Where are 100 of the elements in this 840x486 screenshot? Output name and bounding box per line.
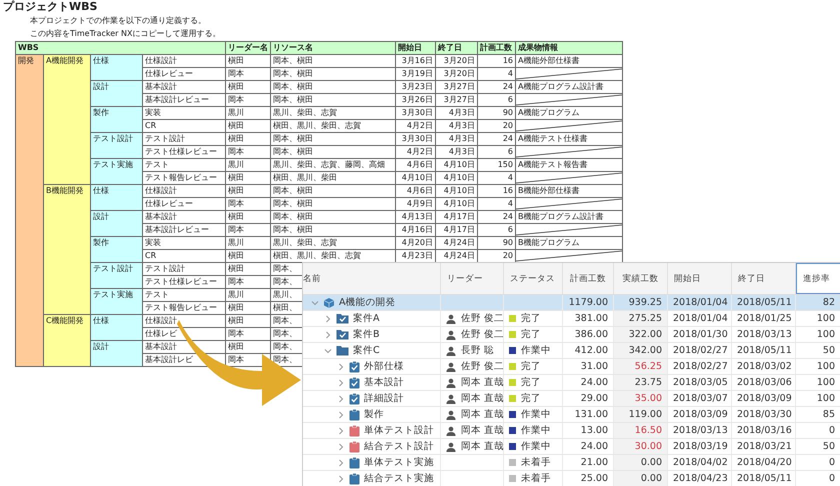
task-name: 詳細設計 bbox=[364, 392, 404, 405]
table-cell: 3月26日 bbox=[396, 94, 436, 106]
table-cell: CR bbox=[142, 250, 226, 262]
table-cell: 4月10日 bbox=[436, 184, 478, 198]
actual-hours: 342.00 bbox=[628, 345, 662, 356]
column-header[interactable]: 開始日 bbox=[668, 263, 732, 294]
actual-hours: 119.00 bbox=[628, 409, 662, 420]
table-cell: テスト設計 bbox=[142, 262, 226, 276]
table-cell: 24 bbox=[478, 80, 516, 94]
actual-hours: 0.00 bbox=[640, 473, 662, 484]
column-header[interactable]: 進捗率 bbox=[796, 263, 840, 294]
actual-hours: 939.25 bbox=[628, 297, 662, 308]
table-cell: 岡本 bbox=[226, 68, 270, 80]
table-cell: テスト設計 bbox=[142, 132, 226, 146]
table-cell: 実装 bbox=[142, 236, 226, 250]
chevron-right-icon[interactable] bbox=[337, 362, 345, 370]
progress-rate: 100 bbox=[816, 377, 835, 388]
planned-hours: 1179.00 bbox=[568, 297, 608, 308]
progress-rate: 100 bbox=[816, 361, 835, 372]
tree-row[interactable]: 外部仕様 佐野 俊二 完了 31.00 56.25 2018/02/27 2018/03/02 100 bbox=[303, 359, 840, 375]
tree-row[interactable]: 結合テスト実施 未着手 25.00 0.00 2018/04/23 2018/05/11 0 bbox=[303, 471, 840, 486]
table-cell: 岡本、槇田 bbox=[270, 54, 396, 68]
chevron-right-icon[interactable] bbox=[337, 442, 345, 450]
person-icon bbox=[446, 394, 456, 404]
table-cell: 黒川、柴田、志賀 bbox=[270, 236, 396, 250]
column-header[interactable]: 実績工数 bbox=[614, 263, 668, 294]
tree-row[interactable]: 結合テスト設計 岡本 直哉 作業中 24.00 30.00 2018/03/19 2018/03/21 50 bbox=[303, 439, 840, 455]
chevron-right-icon[interactable] bbox=[337, 410, 345, 418]
chevron-right-icon[interactable] bbox=[337, 458, 345, 466]
chevron-right-icon[interactable] bbox=[337, 394, 345, 402]
column-header: 終了日 bbox=[436, 42, 478, 54]
chevron-right-icon[interactable] bbox=[337, 426, 345, 434]
progress-rate: 100 bbox=[816, 313, 835, 324]
table-cell: テスト実施 bbox=[90, 288, 142, 314]
chevron-down-icon[interactable] bbox=[324, 346, 332, 354]
table-cell: 岡本 bbox=[226, 276, 270, 288]
table-cell: 90 bbox=[478, 106, 516, 120]
chevron-right-icon[interactable] bbox=[337, 378, 345, 386]
table-cell: A機能テスト仕様書 bbox=[516, 132, 622, 146]
tree-row[interactable]: 単体テスト実施 未着手 21.00 0.00 2018/04/02 2018/04/20 0 bbox=[303, 455, 840, 471]
table-cell: 黒川、柴田、志賀 bbox=[270, 106, 396, 120]
table-cell: テスト bbox=[142, 288, 226, 302]
leader-name: 岡本 直哉 bbox=[461, 440, 504, 453]
chevron-right-icon[interactable] bbox=[337, 474, 345, 482]
status-label: 完了 bbox=[521, 360, 541, 373]
tree-row[interactable]: 単体テスト設計 岡本 直哉 作業中 13.00 16.50 2018/03/13 2018/03/16 0 bbox=[303, 423, 840, 439]
start-date: 2018/01/04 bbox=[673, 313, 728, 324]
status-label: 完了 bbox=[521, 392, 541, 405]
end-date: 2018/03/16 bbox=[737, 425, 792, 436]
tree-row[interactable]: 案件C 長野 聡 作業中 412.00 342.00 2018/02/27 2018/05/11 50 bbox=[303, 343, 840, 359]
table-cell: 槇田 bbox=[226, 210, 270, 224]
planned-hours: 412.00 bbox=[574, 345, 608, 356]
table-cell: 仕様レビュー bbox=[142, 68, 226, 80]
table-cell: 槇田 bbox=[226, 302, 270, 314]
tree-row[interactable]: 基本設計 岡本 直哉 完了 24.00 23.75 2018/03/05 2018/03/06 100 bbox=[303, 375, 840, 391]
table-cell: 4月3日 bbox=[436, 132, 478, 146]
progress-rate: 50 bbox=[822, 441, 835, 452]
column-header: リソース名 bbox=[270, 42, 396, 54]
table-cell: 3月30日 bbox=[396, 106, 436, 120]
leader-name: 佐野 俊二 bbox=[461, 360, 504, 373]
table-cell: 槇田 bbox=[226, 172, 270, 184]
table-cell: 岡本 bbox=[226, 94, 270, 106]
table-cell: テスト実施 bbox=[90, 158, 142, 184]
start-date: 2018/01/04 bbox=[673, 297, 728, 308]
status-label: 未着手 bbox=[521, 456, 551, 469]
table-cell: テスト設計 bbox=[90, 262, 142, 288]
table-cell: 4月6日 bbox=[396, 184, 436, 198]
chevron-down-icon[interactable] bbox=[311, 298, 319, 306]
table-cell: 製作 bbox=[90, 106, 142, 132]
progress-rate: 0 bbox=[828, 457, 835, 468]
table-cell: 槇田 bbox=[226, 314, 270, 328]
tree-row[interactable]: 案件B 佐野 俊二 完了 386.00 322.00 2018/01/30 2018/03/13 100 bbox=[303, 327, 840, 343]
column-header: 開始日 bbox=[396, 42, 436, 54]
table-cell: A機能テスト報告書 bbox=[516, 158, 622, 172]
column-header[interactable]: 名前 bbox=[303, 263, 441, 294]
leader-name: 佐野 俊二 bbox=[461, 312, 504, 325]
end-date: 2018/01/25 bbox=[737, 313, 792, 324]
planned-hours: 386.00 bbox=[574, 329, 608, 340]
task-name: 製作 bbox=[364, 408, 384, 421]
column-header[interactable]: 計画工数 bbox=[563, 263, 614, 294]
column-header[interactable]: ステータス bbox=[504, 263, 563, 294]
table-cell: テスト bbox=[142, 158, 226, 172]
table-cell: 岡本、槇田 bbox=[270, 68, 396, 80]
table-cell: 製作 bbox=[90, 236, 142, 262]
table-cell: 黒川 bbox=[226, 106, 270, 120]
tree-row[interactable]: 案件A 佐野 俊二 完了 381.00 275.25 2018/01/04 2018/01/25 100 bbox=[303, 311, 840, 327]
task-name: 単体テスト実施 bbox=[364, 456, 434, 469]
tree-row[interactable]: 詳細設計 岡本 直哉 完了 29.00 35.00 2018/03/07 2018/03/09 100 bbox=[303, 391, 840, 407]
task-name: 単体テスト設計 bbox=[364, 424, 434, 437]
chevron-right-icon[interactable] bbox=[324, 330, 332, 338]
leader-name: 岡本 直哉 bbox=[461, 376, 504, 389]
column-header[interactable]: リーダー bbox=[441, 263, 504, 294]
table-cell: 岡本、槇田 bbox=[270, 210, 396, 224]
table-cell: 基本設計 bbox=[142, 80, 226, 94]
table-cell: 90 bbox=[478, 236, 516, 250]
status-label: 作業中 bbox=[521, 424, 551, 437]
tree-row[interactable]: 製作 岡本 直哉 作業中 131.00 119.00 2018/03/09 2018/03/30 85 bbox=[303, 407, 840, 423]
leader-name: 長野 聡 bbox=[461, 344, 494, 357]
tree-row[interactable]: A機能の開発 1179.00 939.25 2018/01/04 2018/05/11 82 bbox=[303, 295, 840, 311]
chevron-right-icon[interactable] bbox=[324, 314, 332, 322]
